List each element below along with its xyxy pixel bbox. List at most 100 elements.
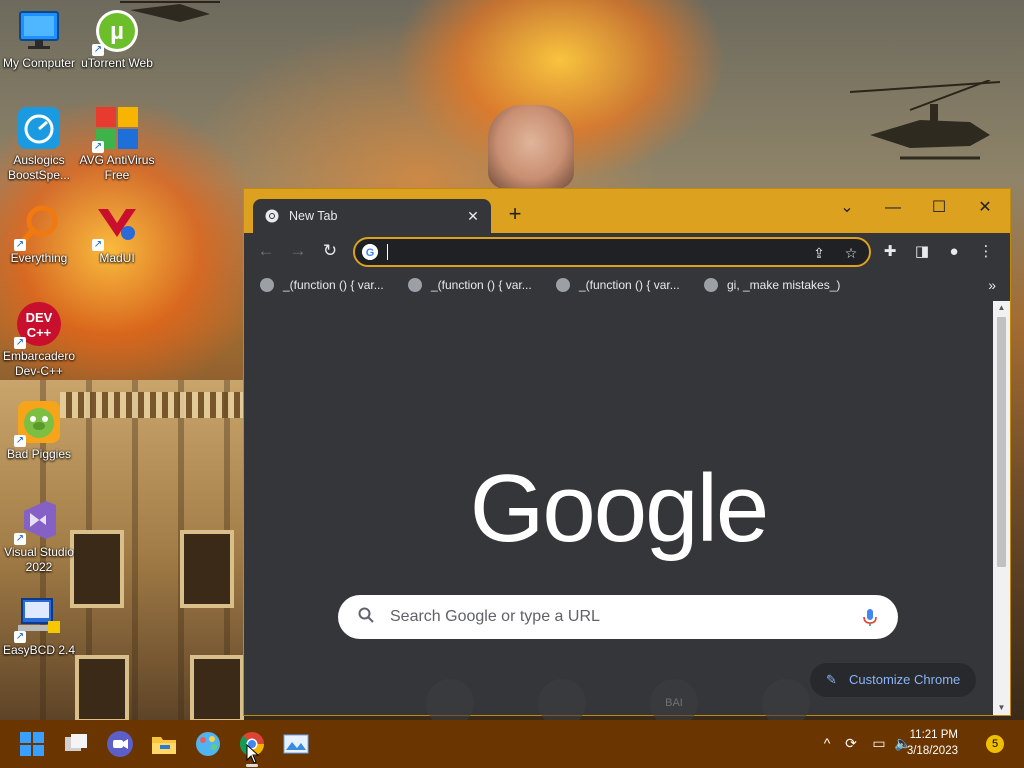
svg-text:C++: C++ <box>27 325 52 340</box>
easybcd-icon: ↗ <box>14 595 62 643</box>
photos-icon[interactable] <box>280 728 312 760</box>
new-tab-page: Google Search Google or type a URL BAI ✎… <box>244 301 993 727</box>
bad-piggies-icon: ↗ <box>14 399 62 447</box>
bookmarks-overflow-icon[interactable]: » <box>988 275 996 295</box>
scroll-down-arrow-icon[interactable]: ▼ <box>993 701 1010 715</box>
shortcut-arrow-icon: ↗ <box>92 239 104 251</box>
back-button[interactable]: ← <box>254 239 278 263</box>
show-hidden-icons-chevron-icon[interactable]: ^ <box>818 734 836 752</box>
bookmark-item[interactable]: _(function () { var... <box>556 275 680 295</box>
bookmark-star-icon[interactable]: ☆ <box>841 243 861 263</box>
svg-text:DEV: DEV <box>26 310 53 325</box>
share-icon[interactable]: ⇪ <box>809 243 829 263</box>
wallpaper-face <box>488 105 574 189</box>
shortcut-arrow-icon: ↗ <box>14 239 26 251</box>
shortcut-arrow-icon: ↗ <box>92 141 104 153</box>
task-view-icon[interactable] <box>60 728 92 760</box>
scrollbar-thumb[interactable] <box>997 317 1006 567</box>
forward-button[interactable]: → <box>286 239 310 263</box>
clock[interactable]: 11:21 PM 3/18/2023 <box>907 727 958 759</box>
desktop-icon-avg[interactable]: ↗ AVG AntiVirus Free <box>78 105 156 183</box>
bookmark-item[interactable]: gi, _make mistakes_) <box>704 275 840 295</box>
shortcut-arrow-icon: ↗ <box>14 533 26 545</box>
notification-badge[interactable]: 5 <box>986 735 1004 753</box>
chrome-favicon-icon <box>265 209 279 223</box>
scroll-up-arrow-icon[interactable]: ▲ <box>993 301 1010 315</box>
side-panel-icon[interactable]: ◨ <box>911 241 933 263</box>
paint-icon[interactable] <box>192 728 224 760</box>
bookmark-item[interactable]: _(function () { var... <box>260 275 384 295</box>
everything-search-icon: ↗ <box>14 203 62 251</box>
svg-text:G: G <box>366 247 375 259</box>
file-explorer-icon[interactable] <box>148 728 180 760</box>
chrome-toolbar: ← → ↻ G ⇪ ☆ ✚ ◨ ● ⋮ <box>244 233 1010 269</box>
wallpaper-balustrade <box>60 392 243 418</box>
shortcut-arrow-icon: ↗ <box>14 337 26 349</box>
desktop-icon-devcpp[interactable]: DEV C++ ↗ Embarcadero Dev-C++ <box>0 301 78 379</box>
address-bar[interactable]: G ⇪ ☆ <box>353 237 871 267</box>
active-app-indicator <box>246 764 258 767</box>
minimize-button[interactable]: — <box>870 193 916 223</box>
wallpaper-helicopter <box>850 80 1000 160</box>
profile-avatar-icon[interactable]: ● <box>943 241 965 263</box>
network-icon[interactable]: ▭ <box>870 734 888 752</box>
visual-studio-icon: ↗ <box>14 497 62 545</box>
wallpaper-window <box>70 530 124 608</box>
madui-icon: ↗ <box>92 203 140 251</box>
shortcut-arrow-icon: ↗ <box>14 631 26 643</box>
maximize-button[interactable]: ☐ <box>916 193 962 223</box>
desktop-icon-madui[interactable]: ↗ MadUI <box>78 203 156 266</box>
page-scrollbar[interactable]: ▲ ▼ <box>993 301 1010 715</box>
chrome-titlebar[interactable]: New Tab ✕ + ⌄ — ☐ ✕ <box>244 189 1010 233</box>
globe-icon <box>556 278 570 292</box>
desktop-icon-auslogics[interactable]: Auslogics BoostSpe... <box>0 105 78 183</box>
google-logo: Google <box>469 455 770 562</box>
sync-icon[interactable]: ⟳ <box>842 734 860 752</box>
google-g-icon: G <box>362 244 378 260</box>
globe-icon <box>408 278 422 292</box>
wallpaper-window <box>75 655 129 720</box>
wallpaper-window <box>180 530 234 608</box>
pencil-icon: ✎ <box>826 672 837 687</box>
desktop-icon-easybcd[interactable]: ↗ EasyBCD 2.4 <box>0 595 78 658</box>
tab-search-chevron-icon[interactable]: ⌄ <box>824 193 870 223</box>
search-box[interactable]: Search Google or type a URL <box>338 595 898 639</box>
chrome-window[interactable]: New Tab ✕ + ⌄ — ☐ ✕ ← → ↻ G ⇪ ☆ ✚ ◨ ● ⋮ … <box>243 188 1011 727</box>
bookmarks-bar: _(function () { var... _(function () { v… <box>244 269 1010 301</box>
search-placeholder: Search Google or type a URL <box>390 608 600 625</box>
desktop-icon-everything[interactable]: ↗ Everything <box>0 203 78 266</box>
tab-close-icon[interactable]: ✕ <box>463 206 483 226</box>
zoom-icon[interactable] <box>104 728 136 760</box>
desktop-icon-bad-piggies[interactable]: ↗ Bad Piggies <box>0 399 78 462</box>
auslogics-icon <box>16 105 62 151</box>
tab-new-tab[interactable]: New Tab ✕ <box>253 199 491 233</box>
customize-chrome-button[interactable]: ✎ Customize Chrome <box>810 663 976 697</box>
desktop-icon-utorrent[interactable]: µ ↗ uTorrent Web <box>78 8 156 71</box>
svg-text:µ: µ <box>110 18 124 45</box>
clock-time: 11:21 PM <box>909 729 958 741</box>
microphone-icon[interactable] <box>860 607 880 627</box>
taskbar: ^ ⟳ ▭ 🔈 11:21 PM 3/18/2023 5 <box>0 720 1024 768</box>
desktop-icon-visual-studio[interactable]: ↗ Visual Studio 2022 <box>0 497 78 575</box>
bookmark-item[interactable]: _(function () { var... <box>408 275 532 295</box>
text-cursor <box>387 244 388 260</box>
globe-icon <box>704 278 718 292</box>
tab-title: New Tab <box>289 209 338 223</box>
search-icon <box>356 607 376 627</box>
extensions-puzzle-icon[interactable]: ✚ <box>879 241 901 263</box>
mouse-cursor-icon <box>246 744 260 764</box>
clock-date: 3/18/2023 <box>906 745 958 757</box>
reload-button[interactable]: ↻ <box>318 239 342 263</box>
utorrent-icon: µ ↗ <box>92 8 140 56</box>
windows-start-icon[interactable] <box>16 728 48 760</box>
devcpp-icon: DEV C++ ↗ <box>14 301 62 349</box>
chrome-menu-icon[interactable]: ⋮ <box>975 241 997 263</box>
shortcut-arrow-icon: ↗ <box>92 44 104 56</box>
shortcut-arrow-icon: ↗ <box>14 435 26 447</box>
desktop-icon-my-computer[interactable]: My Computer <box>0 8 78 71</box>
wallpaper-window <box>190 655 244 720</box>
monitor-icon <box>16 8 62 54</box>
new-tab-button[interactable]: + <box>504 203 526 225</box>
avg-icon: ↗ <box>92 105 140 153</box>
close-window-button[interactable]: ✕ <box>962 193 1008 223</box>
